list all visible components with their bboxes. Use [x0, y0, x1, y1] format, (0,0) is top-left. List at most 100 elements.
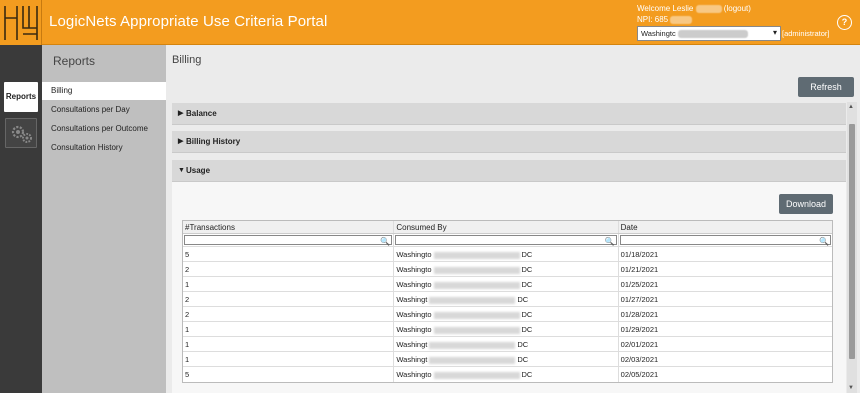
- caret-down-icon: ▼: [178, 167, 185, 174]
- submenu-item-consultation-history[interactable]: Consultation History: [42, 139, 166, 157]
- table-row[interactable]: 1 Washingto DC 01/25/2021: [183, 277, 832, 292]
- table-row[interactable]: 1 Washingt DC 02/01/2021: [183, 337, 832, 352]
- consumed-by-suffix: DC: [517, 295, 529, 304]
- redacted-text: [433, 251, 520, 259]
- consumed-by-suffix: DC: [521, 265, 533, 274]
- transactions-cell: 1: [183, 352, 395, 366]
- app-title: LogicNets Appropriate Use Criteria Porta…: [49, 13, 328, 30]
- transactions-filter-input[interactable]: 🔍: [184, 235, 393, 246]
- table-row[interactable]: 5 Washingto DC 01/18/2021: [183, 247, 832, 262]
- user-info: Welcome Leslie (logout) NPI: 685: [637, 3, 751, 25]
- caret-right-icon: ▶: [178, 110, 184, 117]
- scrollbar-thumb[interactable]: [849, 124, 855, 359]
- redacted-text: [433, 266, 520, 274]
- redacted-name: [695, 4, 722, 13]
- search-icon: 🔍: [604, 237, 615, 246]
- transactions-cell: 1: [183, 337, 395, 351]
- consumed-by-prefix: Washingto: [396, 370, 432, 379]
- column-header-transactions[interactable]: #Transactions: [183, 221, 395, 233]
- transactions-cell: 1: [183, 322, 395, 336]
- consumed-by-prefix: Washingto: [396, 250, 432, 259]
- scroll-up-icon[interactable]: ▲: [848, 104, 854, 110]
- table-row[interactable]: 1 Washingt DC 02/03/2021: [183, 352, 832, 367]
- table-row[interactable]: 2 Washingto DC 01/28/2021: [183, 307, 832, 322]
- balance-label: Balance: [186, 109, 217, 118]
- table-row[interactable]: 1 Washingto DC 01/29/2021: [183, 322, 832, 337]
- consumed-by-suffix: DC: [517, 355, 529, 364]
- consumed-by-cell: Washingt DC: [394, 292, 619, 306]
- consumed-by-cell: Washingt DC: [394, 337, 619, 351]
- logout-link[interactable]: (logout): [724, 4, 751, 13]
- search-icon: 🔍: [380, 237, 391, 246]
- transactions-cell: 5: [183, 247, 395, 261]
- consumed-by-suffix: DC: [521, 370, 533, 379]
- transactions-cell: 1: [183, 277, 395, 291]
- transactions-cell: 2: [183, 292, 395, 306]
- app-header: LogicNets Appropriate Use Criteria Porta…: [0, 0, 860, 45]
- date-cell: 02/05/2021: [620, 370, 659, 379]
- transactions-cell: 2: [183, 262, 395, 276]
- consumed-by-prefix: Washingto: [396, 265, 432, 274]
- consumed-by-cell: Washingto DC: [394, 277, 619, 291]
- date-cell: 02/03/2021: [620, 355, 659, 364]
- date-cell: 01/27/2021: [620, 295, 659, 304]
- main-scrollbar[interactable]: ▲ ▼: [847, 102, 857, 393]
- consumed-by-prefix: Washingt: [396, 340, 428, 349]
- rail-settings-button[interactable]: [5, 118, 37, 148]
- consumed-by-prefix: Washingt: [396, 355, 428, 364]
- usage-table: #Transactions Consumed By Date 🔍 🔍 🔍 5 Wa…: [182, 220, 833, 383]
- date-cell: 02/01/2021: [620, 340, 659, 349]
- redacted-npi: [670, 15, 693, 24]
- npi-text: NPI: 685: [637, 15, 669, 24]
- redacted-text: [433, 371, 520, 379]
- consumed-by-suffix: DC: [521, 250, 533, 259]
- gears-icon: [11, 125, 32, 143]
- redacted-text: [429, 296, 516, 304]
- consumed-by-filter-input[interactable]: 🔍: [395, 235, 617, 246]
- consumed-by-prefix: Washingto: [396, 280, 432, 289]
- table-filter-row: 🔍 🔍 🔍: [183, 234, 832, 247]
- date-cell: 01/18/2021: [620, 250, 659, 259]
- submenu-title: Reports: [53, 54, 96, 68]
- scroll-down-icon[interactable]: ▼: [848, 385, 854, 391]
- usage-label: Usage: [186, 166, 211, 175]
- date-cell: 01/29/2021: [620, 325, 659, 334]
- submenu-item-consultations-per-day[interactable]: Consultations per Day: [42, 101, 166, 119]
- redacted-text: [429, 341, 516, 349]
- welcome-text: Welcome Leslie: [637, 4, 694, 13]
- table-body: 5 Washingto DC 01/18/2021 2 Washingto DC 01/21/…: [183, 247, 832, 382]
- facility-select[interactable]: Washingtc ▾: [637, 26, 781, 41]
- submenu-item-billing[interactable]: Billing: [42, 82, 166, 100]
- rail-reports-button[interactable]: Reports: [4, 82, 38, 112]
- date-cell: 01/25/2021: [620, 280, 659, 289]
- redacted-text: [433, 326, 520, 334]
- consumed-by-cell: Washingto DC: [394, 322, 619, 336]
- usage-panel: Download #Transactions Consumed By Date …: [172, 182, 846, 393]
- consumed-by-prefix: Washingto: [396, 310, 432, 319]
- balance-section-header[interactable]: ▶ Balance: [172, 103, 846, 125]
- main-content: Billing Refresh ▶ Balance ▶ Billing Hist…: [166, 45, 860, 393]
- column-header-date[interactable]: Date: [619, 221, 832, 233]
- billing-history-label: Billing History: [186, 137, 241, 146]
- facility-value: Washingtc: [641, 29, 676, 38]
- table-row[interactable]: 2 Washingt DC 01/27/2021: [183, 292, 832, 307]
- table-header-row: #Transactions Consumed By Date: [183, 221, 832, 234]
- table-row[interactable]: 2 Washingto DC 01/21/2021: [183, 262, 832, 277]
- date-filter-input[interactable]: 🔍: [619, 235, 831, 246]
- usage-section-header[interactable]: ▼ Usage: [172, 160, 846, 182]
- help-icon[interactable]: ?: [837, 15, 852, 30]
- billing-history-section-header[interactable]: ▶ Billing History: [172, 131, 846, 153]
- caret-right-icon: ▶: [178, 138, 184, 145]
- table-row[interactable]: 5 Washingto DC 02/05/2021: [183, 367, 832, 382]
- refresh-button[interactable]: Refresh: [798, 77, 854, 97]
- redacted-facility: [677, 30, 748, 39]
- role-label: [administrator]: [782, 29, 830, 38]
- redacted-text: [433, 281, 520, 289]
- consumed-by-cell: Washingto DC: [394, 247, 619, 261]
- download-button[interactable]: Download: [779, 194, 833, 214]
- consumed-by-prefix: Washingto: [396, 325, 432, 334]
- logicnets-logo-icon[interactable]: [0, 0, 42, 45]
- column-header-consumed-by[interactable]: Consumed By: [394, 221, 619, 233]
- submenu-item-consultations-per-outcome[interactable]: Consultations per Outcome: [42, 120, 166, 138]
- consumed-by-prefix: Washingt: [396, 295, 428, 304]
